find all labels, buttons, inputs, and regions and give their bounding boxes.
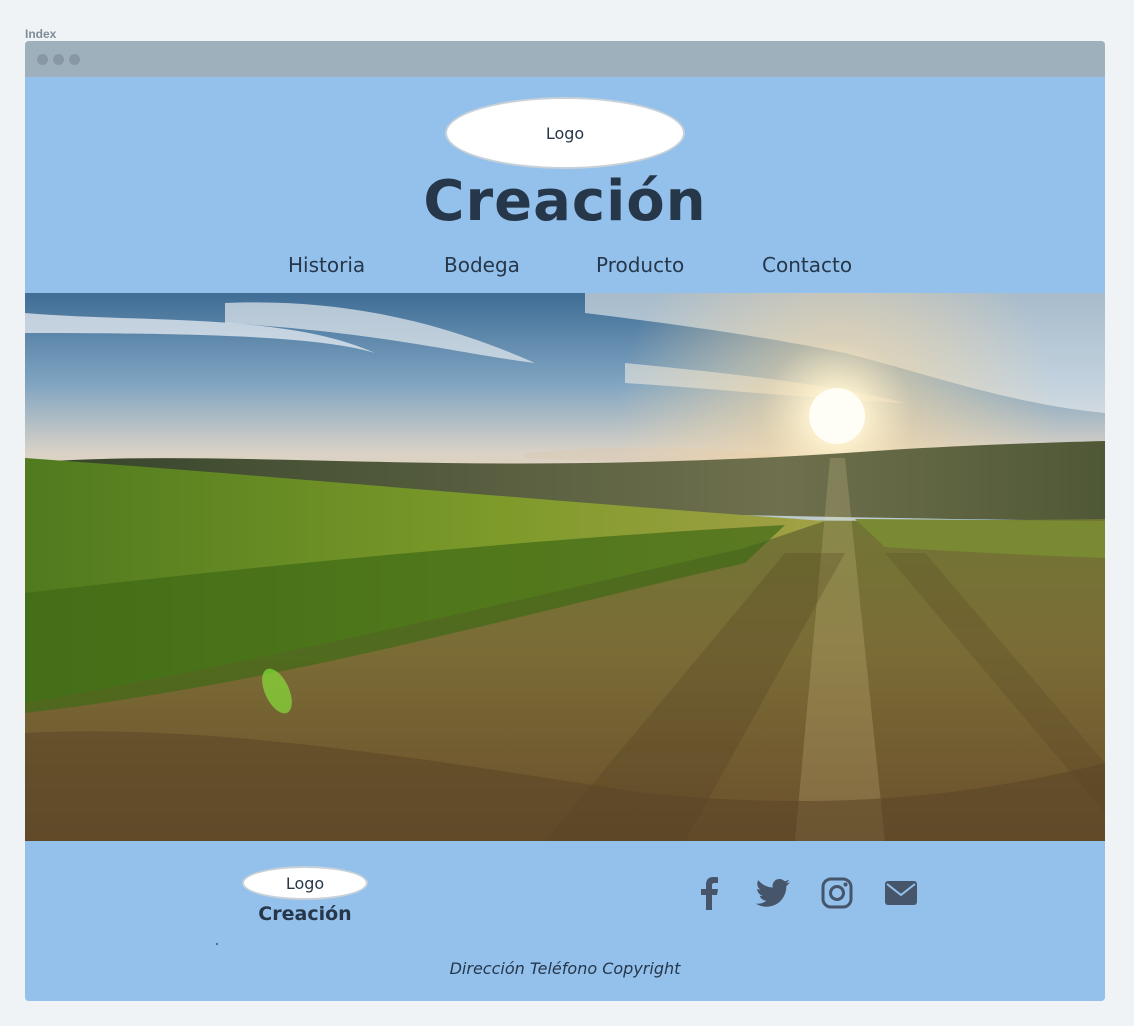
- twitter-icon[interactable]: [755, 875, 791, 911]
- site-title: Creación: [423, 169, 707, 234]
- footer-info: Dirección Teléfono Copyright: [449, 959, 681, 978]
- window-control-dot[interactable]: [37, 53, 48, 65]
- header-logo[interactable]: Logo: [445, 97, 685, 169]
- instagram-icon[interactable]: [819, 875, 855, 911]
- window-control-dot[interactable]: [53, 53, 64, 65]
- footer-title: Creación: [258, 903, 352, 925]
- site-header: Logo Creación Historia Bodega Producto C…: [25, 77, 1105, 293]
- site-footer: Logo Creación Dirección Teléfono Copyrig…: [25, 841, 1105, 1001]
- mail-icon[interactable]: [883, 875, 919, 911]
- footer-dot: [216, 943, 218, 945]
- browser-window: Logo Creación Historia Bodega Producto C…: [25, 41, 1105, 1001]
- nav-item-historia[interactable]: Historia: [288, 253, 365, 277]
- nav-item-contacto[interactable]: Contacto: [762, 253, 852, 277]
- header-logo-label: Logo: [545, 123, 585, 143]
- nav-item-bodega[interactable]: Bodega: [444, 253, 520, 277]
- window-control-dot[interactable]: [69, 53, 80, 65]
- vineyard-sunset-photo: [25, 293, 1105, 841]
- hero-image: [25, 293, 1105, 841]
- facebook-icon[interactable]: [691, 875, 727, 911]
- footer-logo-label: Logo: [285, 873, 325, 893]
- nav-item-producto[interactable]: Producto: [596, 253, 684, 277]
- footer-logo[interactable]: Logo: [242, 866, 368, 900]
- window-titlebar: [25, 41, 1105, 77]
- frame-label: Index: [25, 27, 57, 41]
